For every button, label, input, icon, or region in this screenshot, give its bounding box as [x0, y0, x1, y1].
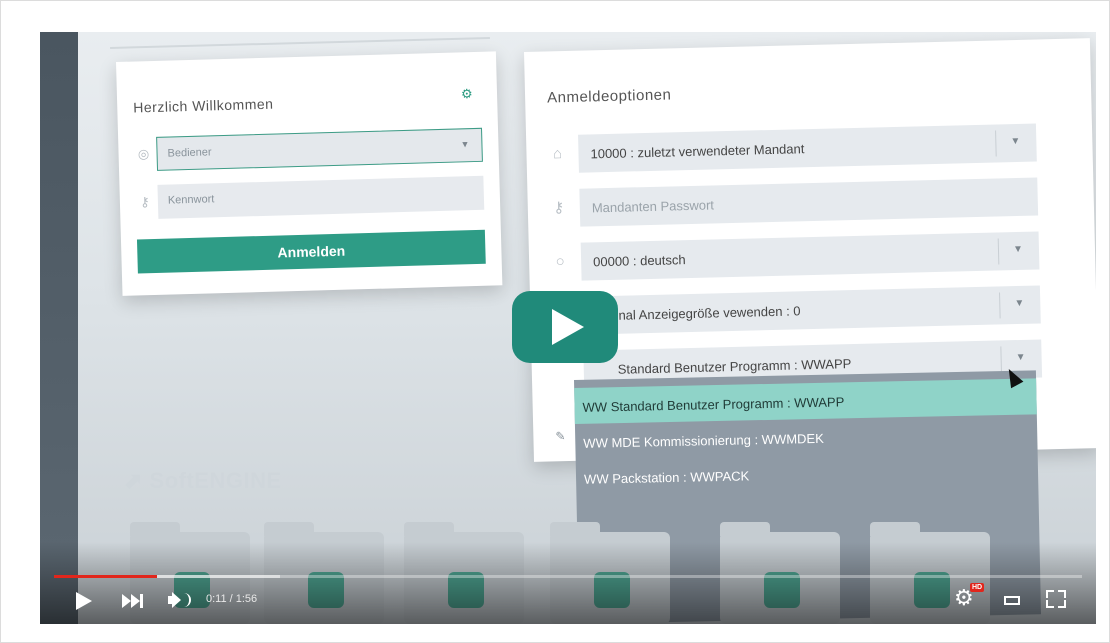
options-title: Anmeldeoptionen: [546, 86, 672, 107]
user-icon: ◎: [137, 146, 150, 162]
divider: [1000, 346, 1002, 373]
chevron-down-icon: ▼: [1010, 135, 1021, 148]
volume-icon[interactable]: [168, 590, 196, 610]
time-display: 0:11 / 1:56: [206, 593, 258, 605]
client-password-field: Mandanten Passwort: [579, 177, 1039, 227]
language-select: 00000 : deutsch ▼: [580, 231, 1040, 281]
user-select: Bediener ▼: [156, 127, 483, 171]
speech-bubble-icon: ○: [555, 253, 565, 271]
left-dark-strip: [40, 32, 78, 624]
controls-shade: [40, 542, 1096, 624]
next-icon[interactable]: [122, 592, 144, 610]
theater-mode-icon[interactable]: [1004, 596, 1020, 605]
settings-gear-icon: ⚙: [460, 86, 473, 102]
divider: [999, 292, 1001, 319]
display-size-value: nal Anzeigegröße vewenden : 0: [618, 303, 801, 323]
divider: [997, 238, 1000, 265]
divider: [995, 130, 997, 157]
brand-logo: ⬈ SoftENGINE: [124, 468, 282, 493]
client-password-placeholder: Mandanten Passwort: [591, 197, 715, 216]
progress-played: [54, 575, 157, 578]
login-card: Herzlich Willkommen ⚙ ◎ Bediener ▼ ⚷ Ken…: [116, 51, 503, 296]
hd-badge: HD: [970, 583, 985, 592]
display-size-select: nal Anzeigegröße vewenden : 0 ▼: [581, 285, 1041, 335]
chevron-down-icon: ▼: [1012, 243, 1024, 256]
play-icon: [552, 309, 584, 345]
play-icon[interactable]: [76, 592, 92, 610]
login-button: Anmelden: [136, 229, 486, 274]
chevron-down-icon: ▼: [1015, 351, 1026, 364]
key-icon: ⚷: [553, 199, 565, 217]
tool-icon: ✎: [555, 429, 566, 444]
fullscreen-icon[interactable]: [1046, 590, 1066, 608]
user-select-placeholder: Bediener: [167, 146, 212, 160]
client-select: 10000 : zuletzt verwendeter Mandant ▼: [578, 123, 1037, 173]
play-button-large[interactable]: [512, 291, 618, 363]
home-icon: ⌂: [552, 145, 563, 163]
brand-text: SoftENGINE: [149, 468, 282, 493]
chevron-down-icon: ▼: [1014, 297, 1025, 310]
program-value: Standard Benutzer Programm : WWAPP: [617, 356, 852, 377]
chevron-down-icon: ▼: [460, 139, 470, 150]
password-placeholder: Kennwort: [167, 193, 215, 207]
login-title: Herzlich Willkommen: [133, 95, 274, 116]
key-icon: ⚷: [139, 194, 150, 210]
progress-bar[interactable]: [54, 575, 1082, 578]
language-value: 00000 : deutsch: [592, 252, 686, 270]
decor-line: [110, 37, 490, 49]
password-field: Kennwort: [157, 175, 485, 219]
video-player[interactable]: Herzlich Willkommen ⚙ ◎ Bediener ▼ ⚷ Ken…: [40, 32, 1096, 624]
client-value: 10000 : zuletzt verwendeter Mandant: [590, 141, 805, 162]
